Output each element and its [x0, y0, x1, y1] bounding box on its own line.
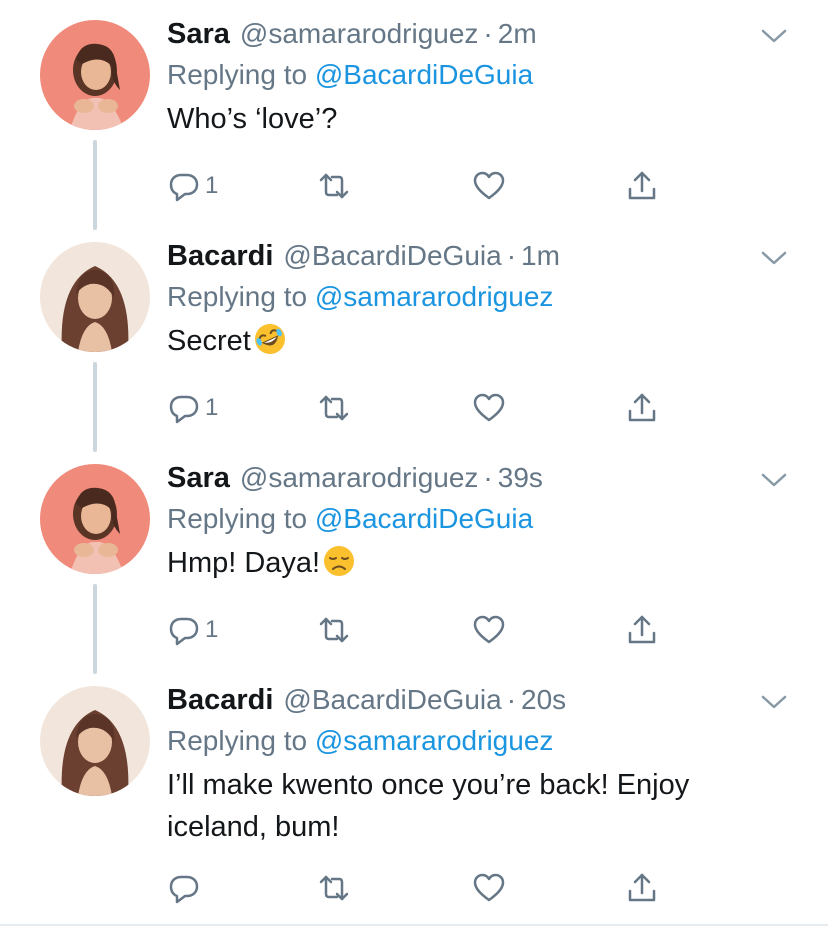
separator: · — [506, 240, 517, 271]
reply-button[interactable]: 1 — [167, 610, 218, 650]
replying-to: Replying to @samararodriguez — [167, 276, 788, 318]
replying-to-label: Replying to — [167, 503, 315, 534]
retweet-button[interactable] — [317, 868, 351, 908]
display-name[interactable]: Sara — [167, 462, 230, 495]
tweet-text: Secret — [167, 320, 788, 362]
retweet-button[interactable] — [317, 166, 351, 206]
tweet[interactable]: Sara @samararodriguez · 2m Replying to @… — [0, 14, 828, 224]
replying-to: Replying to @BacardiDeGuia — [167, 54, 788, 96]
username[interactable]: @samararodriguez — [240, 18, 479, 50]
timestamp[interactable]: 1m — [521, 240, 560, 272]
reply-button[interactable]: 1 — [167, 166, 218, 206]
reply-icon — [169, 395, 199, 424]
separator: · — [483, 18, 493, 49]
avatar[interactable] — [40, 686, 150, 796]
tweet-text-content: Who’s ‘love’? — [167, 103, 338, 135]
heart-icon — [473, 873, 505, 902]
display-name[interactable]: Bacardi — [167, 240, 273, 273]
like-button[interactable] — [472, 868, 506, 908]
username[interactable]: @samararodriguez — [240, 462, 479, 494]
username[interactable]: @BacardiDeGuia — [283, 240, 501, 272]
mention-link[interactable]: @samararodriguez — [315, 725, 554, 756]
tweet[interactable]: Sara @samararodriguez · 39s Replying to … — [0, 458, 828, 668]
separator: · — [483, 462, 493, 493]
mention-link[interactable]: @samararodriguez — [315, 281, 554, 312]
chevron-down-icon[interactable] — [760, 248, 788, 268]
retweet-icon — [319, 395, 349, 421]
heart-icon — [473, 615, 505, 644]
timestamp[interactable]: 2m — [498, 18, 537, 50]
retweet-button[interactable] — [317, 610, 351, 650]
chevron-down-icon[interactable] — [760, 470, 788, 490]
replying-to: Replying to @samararodriguez — [167, 720, 788, 762]
display-name[interactable]: Bacardi — [167, 684, 273, 717]
retweet-icon — [319, 875, 349, 901]
tweet-text-line: I’ll make kwento once you’re back! Enjoy — [167, 769, 690, 801]
share-button[interactable] — [625, 166, 659, 206]
username[interactable]: @BacardiDeGuia — [283, 684, 501, 716]
reply-count: 1 — [205, 616, 219, 643]
share-icon — [628, 615, 656, 644]
share-icon — [628, 171, 656, 200]
tweet[interactable]: Bacardi @BacardiDeGuia · 20s Replying to… — [0, 680, 828, 926]
timestamp[interactable]: 39s — [498, 462, 543, 494]
timestamp[interactable]: 20s — [521, 684, 566, 716]
heart-icon — [473, 171, 505, 200]
avatar[interactable] — [40, 242, 150, 352]
chevron-down-icon[interactable] — [760, 692, 788, 712]
display-name[interactable]: Sara — [167, 18, 230, 51]
separator: · — [506, 684, 517, 715]
retweet-icon — [319, 617, 349, 643]
disappointed-face-icon — [324, 546, 355, 576]
replying-to-label: Replying to — [167, 59, 315, 90]
tweet-text: Hmp! Daya! — [167, 542, 788, 584]
like-button[interactable] — [472, 388, 506, 428]
reply-icon — [169, 173, 199, 202]
replying-to: Replying to @BacardiDeGuia — [167, 498, 788, 540]
replying-to-label: Replying to — [167, 281, 315, 312]
reply-count: 1 — [205, 394, 219, 421]
like-button[interactable] — [472, 610, 506, 650]
share-icon — [628, 393, 656, 422]
share-button[interactable] — [625, 610, 659, 650]
reply-count: 1 — [205, 172, 219, 199]
tweet-text-line: iceland, bum! — [167, 811, 340, 843]
avatar[interactable] — [40, 464, 150, 574]
chevron-down-icon[interactable] — [760, 26, 788, 46]
avatar[interactable] — [40, 20, 150, 130]
tweet[interactable]: Bacardi @BacardiDeGuia · 1m Replying to … — [0, 236, 828, 446]
heart-icon — [473, 393, 505, 422]
reply-button[interactable]: 1 — [167, 388, 218, 428]
share-button[interactable] — [625, 388, 659, 428]
rolling-on-floor-laughing-icon — [254, 324, 285, 354]
mention-link[interactable]: @BacardiDeGuia — [315, 59, 533, 90]
share-icon — [628, 873, 656, 902]
like-button[interactable] — [472, 166, 506, 206]
retweet-button[interactable] — [317, 388, 351, 428]
replying-to-label: Replying to — [167, 725, 315, 756]
tweet-text-content: Hmp! Daya! — [167, 547, 321, 579]
tweet-text-content: Secret — [167, 325, 251, 357]
tweet-text: Who’s ‘love’? — [167, 98, 788, 140]
retweet-icon — [319, 173, 349, 199]
tweet-text: I’ll make kwento once you’re back! Enjoy… — [167, 764, 788, 848]
reply-icon — [169, 617, 199, 646]
mention-link[interactable]: @BacardiDeGuia — [315, 503, 533, 534]
share-button[interactable] — [625, 868, 659, 908]
reply-button[interactable] — [167, 868, 201, 908]
reply-icon — [169, 875, 199, 904]
